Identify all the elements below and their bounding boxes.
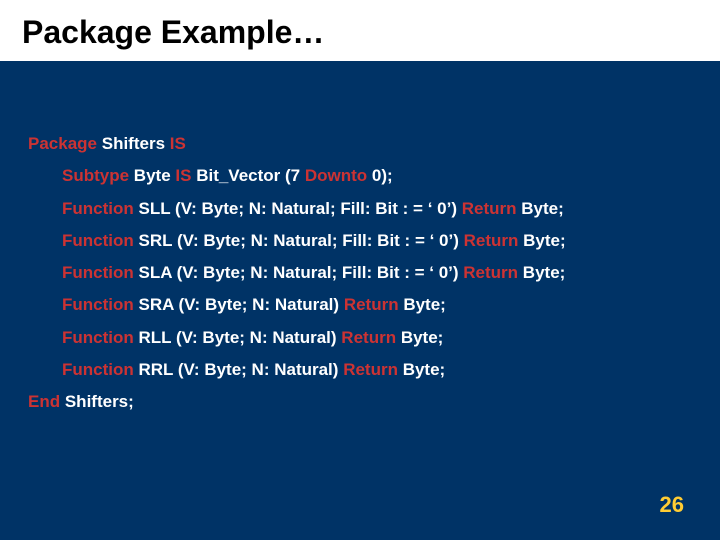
keyword-function: Function bbox=[62, 360, 134, 379]
func-args: (V: Byte; N: Natural) bbox=[179, 295, 340, 314]
ret-type: Byte; bbox=[523, 231, 566, 250]
keyword-function: Function bbox=[62, 295, 134, 314]
func-name-srl: SRL bbox=[139, 231, 173, 250]
keyword-return: Return bbox=[341, 328, 396, 347]
keyword-function: Function bbox=[62, 328, 134, 347]
ret-type: Byte; bbox=[403, 295, 446, 314]
keyword-function: Function bbox=[62, 199, 134, 218]
keyword-return: Return bbox=[343, 360, 398, 379]
func-args: (V: Byte; N: Natural; Fill: Bit : = ‘ 0’… bbox=[175, 199, 457, 218]
keyword-return: Return bbox=[463, 263, 518, 282]
func-args: (V: Byte; N: Natural) bbox=[178, 360, 339, 379]
keyword-return: Return bbox=[464, 231, 519, 250]
slide: Package Example… Package Shifters IS Sub… bbox=[0, 0, 720, 540]
keyword-subtype: Subtype bbox=[62, 166, 129, 185]
func-name-sra: SRA bbox=[139, 295, 174, 314]
ret-type: Byte; bbox=[401, 328, 444, 347]
keyword-downto: Downto bbox=[305, 166, 367, 185]
ret-type: Byte; bbox=[521, 199, 564, 218]
code-line-sll: Function SLL (V: Byte; N: Natural; Fill:… bbox=[28, 193, 692, 225]
func-name-sll: SLL bbox=[139, 199, 171, 218]
func-args: (V: Byte; N: Natural; Fill: Bit : = ‘ 0’… bbox=[177, 231, 459, 250]
keyword-return: Return bbox=[344, 295, 399, 314]
keyword-end: End bbox=[28, 392, 60, 411]
func-name-rrl: RRL bbox=[139, 360, 174, 379]
title-underline bbox=[22, 62, 698, 67]
subtype-tail: 0); bbox=[372, 166, 393, 185]
end-tail: Shifters; bbox=[65, 392, 134, 411]
code-line-package: Package Shifters IS bbox=[28, 128, 692, 160]
code-body: Package Shifters IS Subtype Byte IS Bit_… bbox=[28, 128, 692, 419]
code-line-srl: Function SRL (V: Byte; N: Natural; Fill:… bbox=[28, 225, 692, 257]
page-title: Package Example… bbox=[22, 14, 698, 51]
subtype-def: Bit_Vector (7 bbox=[196, 166, 300, 185]
keyword-package: Package bbox=[28, 134, 97, 153]
keyword-function: Function bbox=[62, 263, 134, 282]
keyword-is: IS bbox=[170, 134, 186, 153]
func-name-sla: SLA bbox=[139, 263, 172, 282]
ret-type: Byte; bbox=[403, 360, 446, 379]
code-line-rrl: Function RRL (V: Byte; N: Natural) Retur… bbox=[28, 354, 692, 386]
func-name-rll: RLL bbox=[139, 328, 172, 347]
func-args: (V: Byte; N: Natural) bbox=[176, 328, 337, 347]
code-line-sra: Function SRA (V: Byte; N: Natural) Retur… bbox=[28, 289, 692, 321]
keyword-function: Function bbox=[62, 231, 134, 250]
keyword-return: Return bbox=[462, 199, 517, 218]
subtype-name: Byte bbox=[134, 166, 171, 185]
code-line-subtype: Subtype Byte IS Bit_Vector (7 Downto 0); bbox=[28, 160, 692, 192]
pkg-name: Shifters bbox=[102, 134, 165, 153]
func-args: (V: Byte; N: Natural; Fill: Bit : = ‘ 0’… bbox=[177, 263, 459, 282]
ret-type: Byte; bbox=[523, 263, 566, 282]
code-line-end: End Shifters; bbox=[28, 386, 692, 418]
code-line-rll: Function RLL (V: Byte; N: Natural) Retur… bbox=[28, 322, 692, 354]
keyword-is: IS bbox=[175, 166, 191, 185]
title-block: Package Example… bbox=[0, 0, 720, 61]
page-number: 26 bbox=[660, 492, 684, 518]
code-line-sla: Function SLA (V: Byte; N: Natural; Fill:… bbox=[28, 257, 692, 289]
